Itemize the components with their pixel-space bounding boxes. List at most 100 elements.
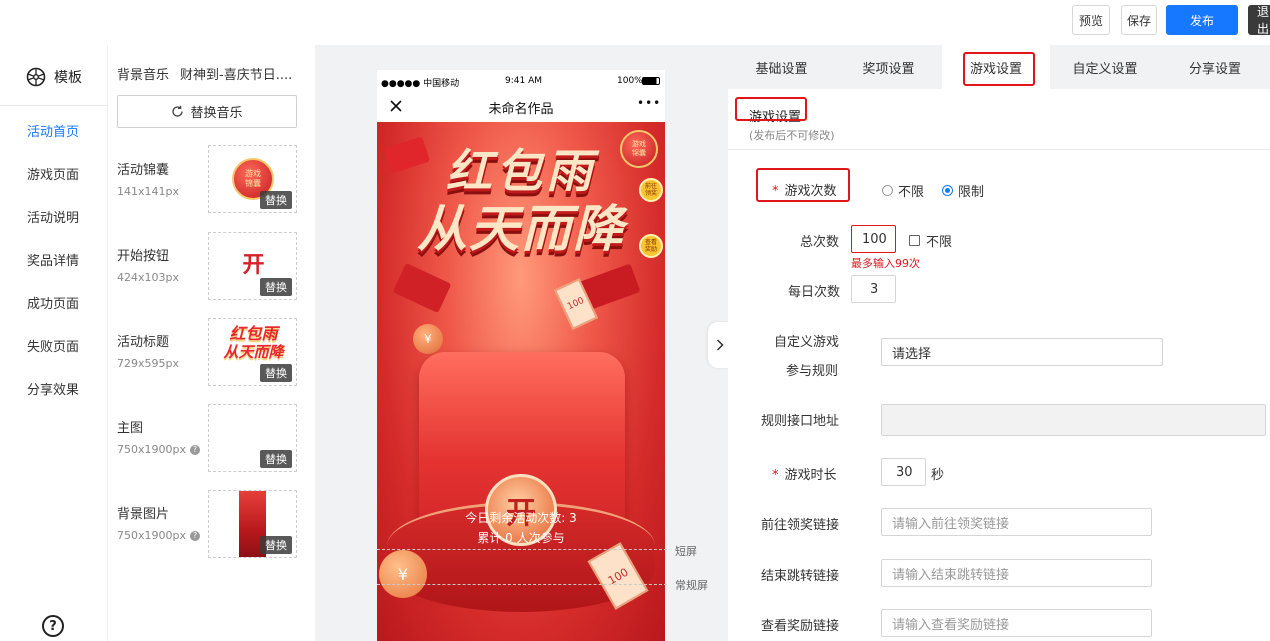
- publish-button[interactable]: 发布: [1166, 5, 1238, 35]
- refresh-icon: [172, 105, 184, 117]
- custom-rule-select[interactable]: 请选择: [881, 338, 1163, 366]
- radio-unlimited[interactable]: 不限: [882, 181, 924, 200]
- status-bar: ●●●●● 中国移动 9:41 AM 100%: [377, 70, 665, 92]
- tab-share[interactable]: 分享设置: [1160, 45, 1270, 89]
- asset-thumb-main-image[interactable]: 替换: [208, 404, 297, 472]
- total-count-error: 最多输入99次: [851, 257, 920, 270]
- badge-line: 查看: [644, 239, 657, 246]
- headline-line2: 从天而降: [417, 200, 625, 258]
- nav-item-description[interactable]: 活动说明: [27, 207, 79, 226]
- replace-button[interactable]: 替换: [260, 191, 292, 209]
- radio-off-icon: [882, 185, 893, 196]
- tab-basic[interactable]: 基础设置: [728, 45, 835, 89]
- nav-item-home[interactable]: 活动首页: [27, 121, 79, 140]
- prize-link-badge[interactable]: 前往 领奖: [639, 178, 663, 202]
- more-icon[interactable]: •••: [637, 96, 661, 110]
- nav-item-share[interactable]: 分享效果: [27, 379, 79, 398]
- duration-label-text: 游戏时长: [784, 468, 837, 483]
- replace-button[interactable]: 替换: [260, 450, 292, 468]
- nav-item-game[interactable]: 游戏页面: [27, 164, 79, 183]
- prize-link-input[interactable]: 请输入前往领奖链接: [881, 508, 1152, 536]
- badge-line: 锦囊: [632, 149, 646, 157]
- short-screen-label: 短屏: [675, 545, 697, 558]
- save-button[interactable]: 保存: [1121, 5, 1157, 35]
- headline: 红包雨 从天而降: [377, 142, 665, 258]
- battery-text: 100%: [617, 76, 643, 86]
- tab-custom[interactable]: 自定义设置: [1050, 45, 1160, 89]
- title-image-line2: 从天而降: [223, 343, 284, 361]
- duration-input[interactable]: 30: [881, 458, 926, 486]
- jinnang-side-badge[interactable]: 游戏 锦囊: [620, 130, 658, 168]
- nav-item-fail[interactable]: 失败页面: [27, 336, 79, 355]
- asset-name: 活动锦囊: [117, 163, 170, 178]
- phone-preview: ●●●●● 中国移动 9:41 AM 100% 未命名作品 ••• 红包雨 从天…: [377, 70, 665, 641]
- duration-unit: 秒: [931, 468, 945, 483]
- battery-icon: [642, 77, 660, 85]
- asset-thumb-background[interactable]: 替换: [208, 490, 297, 558]
- badge-line: 领奖: [644, 190, 657, 197]
- end-link-input[interactable]: 请输入结束跳转链接: [881, 559, 1152, 587]
- asset-size-text: 750x1900px: [117, 529, 186, 542]
- chevron-right-icon: [716, 339, 724, 351]
- custom-rule-label-2: 参与规则: [786, 364, 839, 379]
- total-unlimited-label: 不限: [926, 235, 953, 250]
- settings-panel: 基础设置 奖项设置 游戏设置 自定义设置 分享设置 游戏设置 (发布后不可修改)…: [728, 45, 1270, 641]
- replace-music-button[interactable]: 替换音乐: [117, 95, 297, 128]
- music-name: 财神到-喜庆节日....: [180, 68, 293, 83]
- coin-decoration: ¥: [413, 324, 443, 354]
- tab-prize[interactable]: 奖项设置: [835, 45, 942, 89]
- preview-canvas: ●●●●● 中国移动 9:41 AM 100% 未命名作品 ••• 红包雨 从天…: [315, 45, 728, 641]
- duration-label: * 游戏时长: [772, 464, 837, 483]
- total-unlimited-checkbox[interactable]: 不限: [909, 231, 952, 250]
- asset-thumb-start-button[interactable]: 开 替换: [208, 232, 297, 300]
- asset-size-text: 750x1900px: [117, 443, 186, 456]
- asset-size-text: 141x141px: [117, 185, 179, 198]
- preview-button[interactable]: 预览: [1072, 5, 1110, 35]
- short-screen-guide: [377, 549, 667, 550]
- asset-size-text: 729x595px: [117, 357, 179, 370]
- replace-button[interactable]: 替换: [260, 364, 292, 382]
- phone-navbar: 未命名作品 •••: [377, 92, 665, 122]
- normal-screen-guide: [377, 584, 667, 585]
- title-image-line1: 红包雨: [229, 324, 278, 343]
- template-button[interactable]: 模板: [26, 66, 82, 88]
- total-count-input[interactable]: 100: [851, 225, 896, 253]
- highlight-box: [735, 97, 807, 121]
- section-note: (发布后不可修改): [749, 129, 835, 142]
- jinnang-badge-line1: 游戏: [245, 169, 261, 178]
- badge-line: 前往: [644, 183, 657, 190]
- asset-size: 141x141px: [117, 185, 179, 198]
- reward-link-input[interactable]: 请输入查看奖励链接: [881, 609, 1152, 637]
- asset-size: 750x1900px?: [117, 443, 200, 456]
- assets-panel: 背景音乐 财神到-喜庆节日.... 替换音乐 活动锦囊 141x141px 游戏…: [108, 45, 315, 641]
- exit-button[interactable]: 退出: [1248, 5, 1270, 36]
- question-icon[interactable]: ?: [190, 530, 200, 541]
- red-packet-decoration: [392, 262, 452, 314]
- replace-music-label: 替换音乐: [190, 106, 243, 121]
- asset-size-text: 424x103px: [117, 271, 179, 284]
- help-icon[interactable]: ?: [42, 615, 64, 637]
- daily-count-label: 每日次数: [788, 285, 841, 300]
- replace-button[interactable]: 替换: [260, 536, 292, 554]
- reward-link-badge[interactable]: 查看 奖励: [639, 234, 663, 258]
- nav-item-prize[interactable]: 奖品详情: [27, 250, 79, 269]
- badge-line: 奖励: [644, 246, 657, 253]
- music-label: 背景音乐: [117, 68, 170, 83]
- required-mark: *: [772, 468, 779, 483]
- custom-rule-label-1: 自定义游戏: [774, 335, 840, 350]
- asset-thumb-jinnang[interactable]: 游戏 锦囊 替换: [208, 145, 297, 213]
- daily-count-input[interactable]: 3: [851, 275, 896, 303]
- start-button-image: 开: [242, 253, 265, 278]
- question-icon[interactable]: ?: [190, 444, 200, 455]
- rule-api-label: 规则接口地址: [761, 414, 840, 429]
- page-nav-sidebar: 模板 活动首页 游戏页面 活动说明 奖品详情 成功页面 失败页面 分享效果 ?: [0, 45, 108, 641]
- activity-info: 今日剩余活动次数: 3 累计 0 人次参与: [377, 508, 665, 548]
- asset-thumb-title[interactable]: 红包雨 从天而降 替换: [208, 318, 297, 386]
- asset-size: 424x103px: [117, 271, 179, 284]
- replace-button[interactable]: 替换: [260, 278, 292, 296]
- nav-item-success[interactable]: 成功页面: [27, 293, 79, 312]
- radio-limited[interactable]: 限制: [942, 181, 984, 200]
- template-icon: [26, 67, 46, 87]
- highlight-box: [756, 168, 850, 202]
- rule-api-input: [881, 404, 1266, 436]
